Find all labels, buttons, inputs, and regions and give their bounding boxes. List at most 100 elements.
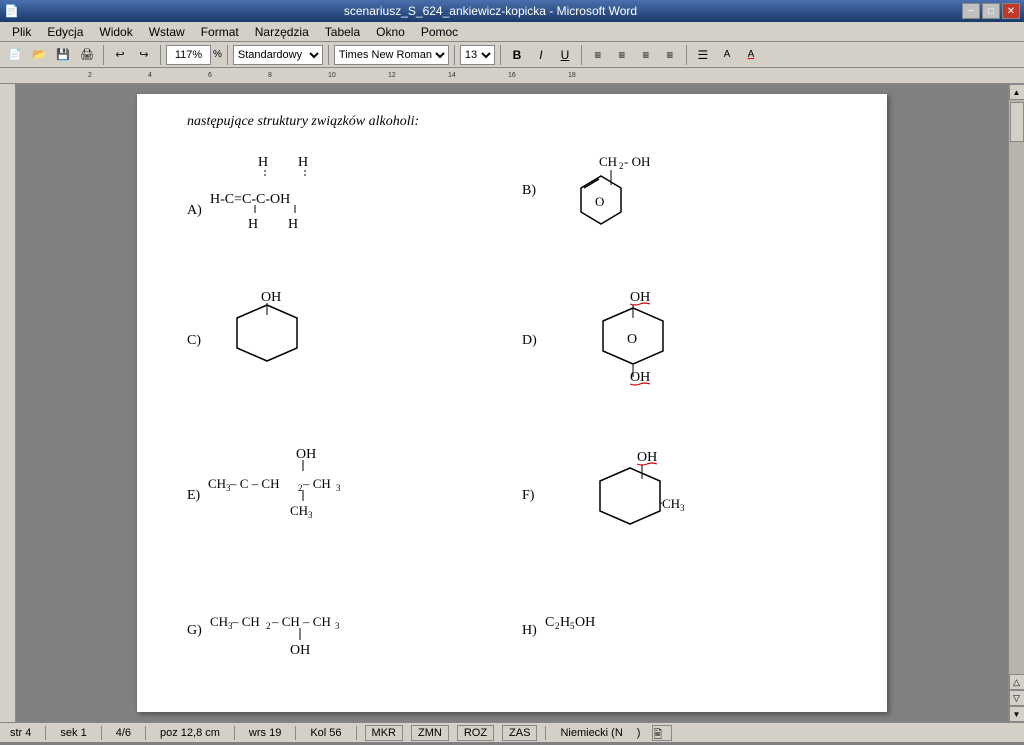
scroll-up-button[interactable]: ▲ xyxy=(1009,84,1024,100)
list-button[interactable]: ☰ xyxy=(692,45,714,65)
window-controls: − □ ✕ xyxy=(962,3,1020,19)
minimize-button[interactable]: − xyxy=(962,3,980,19)
bold-button[interactable]: B xyxy=(506,45,528,65)
svg-text:H: H xyxy=(248,217,258,232)
scroll-down-button[interactable]: ▼ xyxy=(1009,706,1024,722)
svg-text:CH: CH xyxy=(208,476,226,491)
svg-text:– CH – CH: – CH – CH xyxy=(271,614,331,629)
svg-text:OH: OH xyxy=(575,615,595,630)
structure-B: CH 2 - OH O xyxy=(544,148,724,268)
nav-down-button[interactable]: ▽ xyxy=(1009,690,1024,706)
title-bar-icon: 📄 xyxy=(4,4,19,18)
svg-text:O: O xyxy=(595,194,604,209)
status-bar: str 4 sek 1 4/6 poz 12,8 cm wrs 19 Kol 5… xyxy=(0,722,1024,742)
main-area: następujące struktury związków alkoholi:… xyxy=(0,84,1024,722)
molecule-H: H) C 2 H 5 OH xyxy=(522,598,837,678)
svg-text:– CH: – CH xyxy=(231,614,260,629)
menu-pomoc[interactable]: Pomoc xyxy=(413,23,466,41)
menu-tabela[interactable]: Tabela xyxy=(317,23,368,41)
status-pos: poz 12,8 cm xyxy=(154,727,226,739)
title-bar: 📄 scenariusz_S_624_ankiewicz-kopicka - M… xyxy=(0,0,1024,22)
label-H: H) xyxy=(522,598,537,639)
font-select[interactable]: Times New Roman xyxy=(334,45,449,65)
print-button[interactable]: 🖨 xyxy=(76,45,98,65)
svg-text:H: H xyxy=(258,155,268,170)
svg-text:– C – CH: – C – CH xyxy=(229,476,279,491)
svg-text:2: 2 xyxy=(555,621,560,631)
highlight-button[interactable]: A xyxy=(716,45,738,65)
structure-D: OH O OH xyxy=(545,283,745,423)
svg-text:CH: CH xyxy=(210,614,228,629)
svg-text:H-C=C-C-OH: H-C=C-C-OH xyxy=(210,192,290,207)
svg-text:CH: CH xyxy=(290,503,308,518)
molecule-G: G) CH 3 – CH 2 – CH – CH 3 OH xyxy=(187,598,502,678)
label-A: A) xyxy=(187,148,202,219)
document-page: następujące struktury związków alkoholi:… xyxy=(137,94,887,712)
maximize-button[interactable]: □ xyxy=(982,3,1000,19)
italic-button[interactable]: I xyxy=(530,45,552,65)
style-select[interactable]: Standardowy xyxy=(233,45,323,65)
structure-F: OH CH 3 xyxy=(542,443,742,573)
status-lang: Niemiecki (N xyxy=(554,727,628,739)
status-str: str 4 xyxy=(4,727,37,739)
open-button[interactable]: 📂 xyxy=(28,45,50,65)
align-center-button[interactable]: ≡ xyxy=(611,45,633,65)
font-size-select[interactable]: 13 xyxy=(460,45,495,65)
molecules-grid: A) H H H-C=C-C-OH H H xyxy=(187,148,837,678)
menu-narzedzia[interactable]: Narzędzia xyxy=(247,23,317,41)
align-left-button[interactable]: ≡ xyxy=(587,45,609,65)
align-right-button[interactable]: ≡ xyxy=(635,45,657,65)
close-button[interactable]: ✕ xyxy=(1002,3,1020,19)
svg-text:2: 2 xyxy=(619,161,624,171)
status-zas[interactable]: ZAS xyxy=(502,725,537,741)
svg-text:OH: OH xyxy=(290,643,310,658)
svg-text:3: 3 xyxy=(308,510,313,520)
svg-text:OH: OH xyxy=(261,290,281,305)
svg-text:3: 3 xyxy=(335,621,340,631)
label-E: E) xyxy=(187,443,200,504)
zoom-label: % xyxy=(213,49,222,60)
status-mkr[interactable]: MKR xyxy=(365,725,403,741)
svg-text:O: O xyxy=(627,332,637,347)
scroll-thumb[interactable] xyxy=(1010,102,1024,142)
svg-text:– CH: – CH xyxy=(302,476,331,491)
new-button[interactable]: 📄 xyxy=(4,45,26,65)
align-justify-button[interactable]: ≡ xyxy=(659,45,681,65)
molecule-B: B) CH 2 - OH O xyxy=(522,148,837,268)
vertical-scrollbar[interactable]: ▲ △ ▽ ▼ xyxy=(1008,84,1024,722)
molecule-C: C) OH xyxy=(187,283,502,423)
molecule-E: E) OH CH 3 – C – CH 2 – CH 3 xyxy=(187,443,502,573)
zoom-input[interactable] xyxy=(166,45,211,65)
redo-button[interactable]: ↪ xyxy=(133,45,155,65)
document-container: następujące struktury związków alkoholi:… xyxy=(16,84,1008,722)
nav-up-button[interactable]: △ xyxy=(1009,674,1024,690)
status-roz[interactable]: ROZ xyxy=(457,725,494,741)
molecule-F: F) OH CH 3 xyxy=(522,443,837,573)
menu-format[interactable]: Format xyxy=(193,23,247,41)
svg-text:H: H xyxy=(288,217,298,232)
page-title: następujące struktury związków alkoholi: xyxy=(187,114,837,130)
vertical-ruler xyxy=(0,84,16,722)
main-toolbar: 📄 📂 💾 🖨 ↩ ↪ % Standardowy Times New Roma… xyxy=(0,42,1024,68)
menu-widok[interactable]: Widok xyxy=(91,23,140,41)
undo-button[interactable]: ↩ xyxy=(109,45,131,65)
label-F: F) xyxy=(522,443,534,504)
status-icon: 🖹 xyxy=(652,725,672,741)
structure-H: C 2 H 5 OH xyxy=(545,598,665,648)
menu-plik[interactable]: Plik xyxy=(4,23,39,41)
status-zmn[interactable]: ZMN xyxy=(411,725,449,741)
save-button[interactable]: 💾 xyxy=(52,45,74,65)
status-page: 4/6 xyxy=(110,727,137,739)
molecule-A: A) H H H-C=C-C-OH H H xyxy=(187,148,502,268)
svg-text:2: 2 xyxy=(266,621,271,631)
svg-text:H: H xyxy=(298,155,308,170)
structure-C: OH xyxy=(209,283,389,413)
font-color-button[interactable]: A xyxy=(740,45,762,65)
label-B: B) xyxy=(522,148,536,199)
status-lang-end: ) xyxy=(637,727,641,739)
menu-bar: Plik Edycja Widok Wstaw Format Narzędzia… xyxy=(0,22,1024,42)
menu-okno[interactable]: Okno xyxy=(368,23,413,41)
underline-button[interactable]: U xyxy=(554,45,576,65)
menu-wstaw[interactable]: Wstaw xyxy=(141,23,193,41)
menu-edycja[interactable]: Edycja xyxy=(39,23,91,41)
